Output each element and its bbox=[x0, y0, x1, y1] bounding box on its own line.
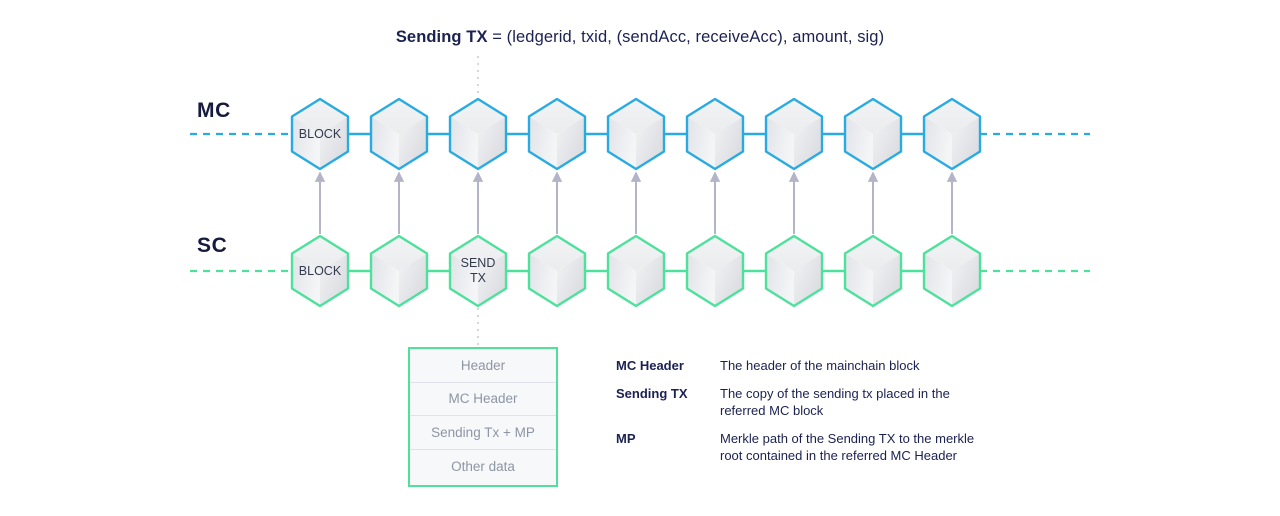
block-sidechain-5[interactable] bbox=[685, 234, 745, 308]
legend-term-1: Sending TX bbox=[616, 385, 688, 401]
block-sidechain-4[interactable] bbox=[606, 234, 666, 308]
block-sidechain-6[interactable] bbox=[764, 234, 824, 308]
legend-description-2: Merkle path of the Sending TX to the mer… bbox=[720, 430, 975, 464]
block-mainchain-6[interactable] bbox=[764, 97, 824, 171]
legend-description-1: The copy of the sending tx placed in the… bbox=[720, 385, 950, 419]
legend-term-0: MC Header bbox=[616, 358, 684, 373]
legend-description-0: The header of the mainchain block bbox=[720, 358, 920, 373]
block-sidechain-8[interactable] bbox=[922, 234, 982, 308]
structure-row-2: Sending Tx + MP bbox=[410, 416, 556, 450]
block-mainchain-2[interactable] bbox=[448, 97, 508, 171]
block-mainchain-8[interactable] bbox=[922, 97, 982, 171]
legend-row-2: MP Merkle path of the Sending TX to the m… bbox=[616, 430, 1096, 465]
block-sidechain-1[interactable] bbox=[369, 234, 429, 308]
legend-row-1: Sending TX The copy of the sending tx pla… bbox=[616, 385, 1096, 420]
diagram-canvas: Sending TX = (ledgerid, txid, (sendAcc, … bbox=[0, 0, 1280, 516]
block-sidechain-2[interactable] bbox=[448, 234, 508, 308]
structure-row-0: Header bbox=[410, 349, 556, 383]
block-mainchain-1[interactable] bbox=[369, 97, 429, 171]
block-mainchain-5[interactable] bbox=[685, 97, 745, 171]
structure-row-1: MC Header bbox=[410, 382, 556, 416]
block-mainchain-0[interactable] bbox=[290, 97, 350, 171]
legend: MC Header The header of the mainchain blo… bbox=[616, 357, 1096, 475]
block-sidechain-7[interactable] bbox=[843, 234, 903, 308]
block-structure-box: Header MC Header Sending Tx + MP Other data bbox=[408, 347, 558, 487]
block-sidechain-3[interactable] bbox=[527, 234, 587, 308]
legend-row-0: MC Header The header of the mainchain blo… bbox=[616, 357, 1096, 375]
structure-row-3: Other data bbox=[410, 449, 556, 483]
legend-term-2: MP bbox=[616, 430, 636, 446]
block-mainchain-4[interactable] bbox=[606, 97, 666, 171]
block-sidechain-0[interactable] bbox=[290, 234, 350, 308]
block-mainchain-7[interactable] bbox=[843, 97, 903, 171]
block-mainchain-3[interactable] bbox=[527, 97, 587, 171]
